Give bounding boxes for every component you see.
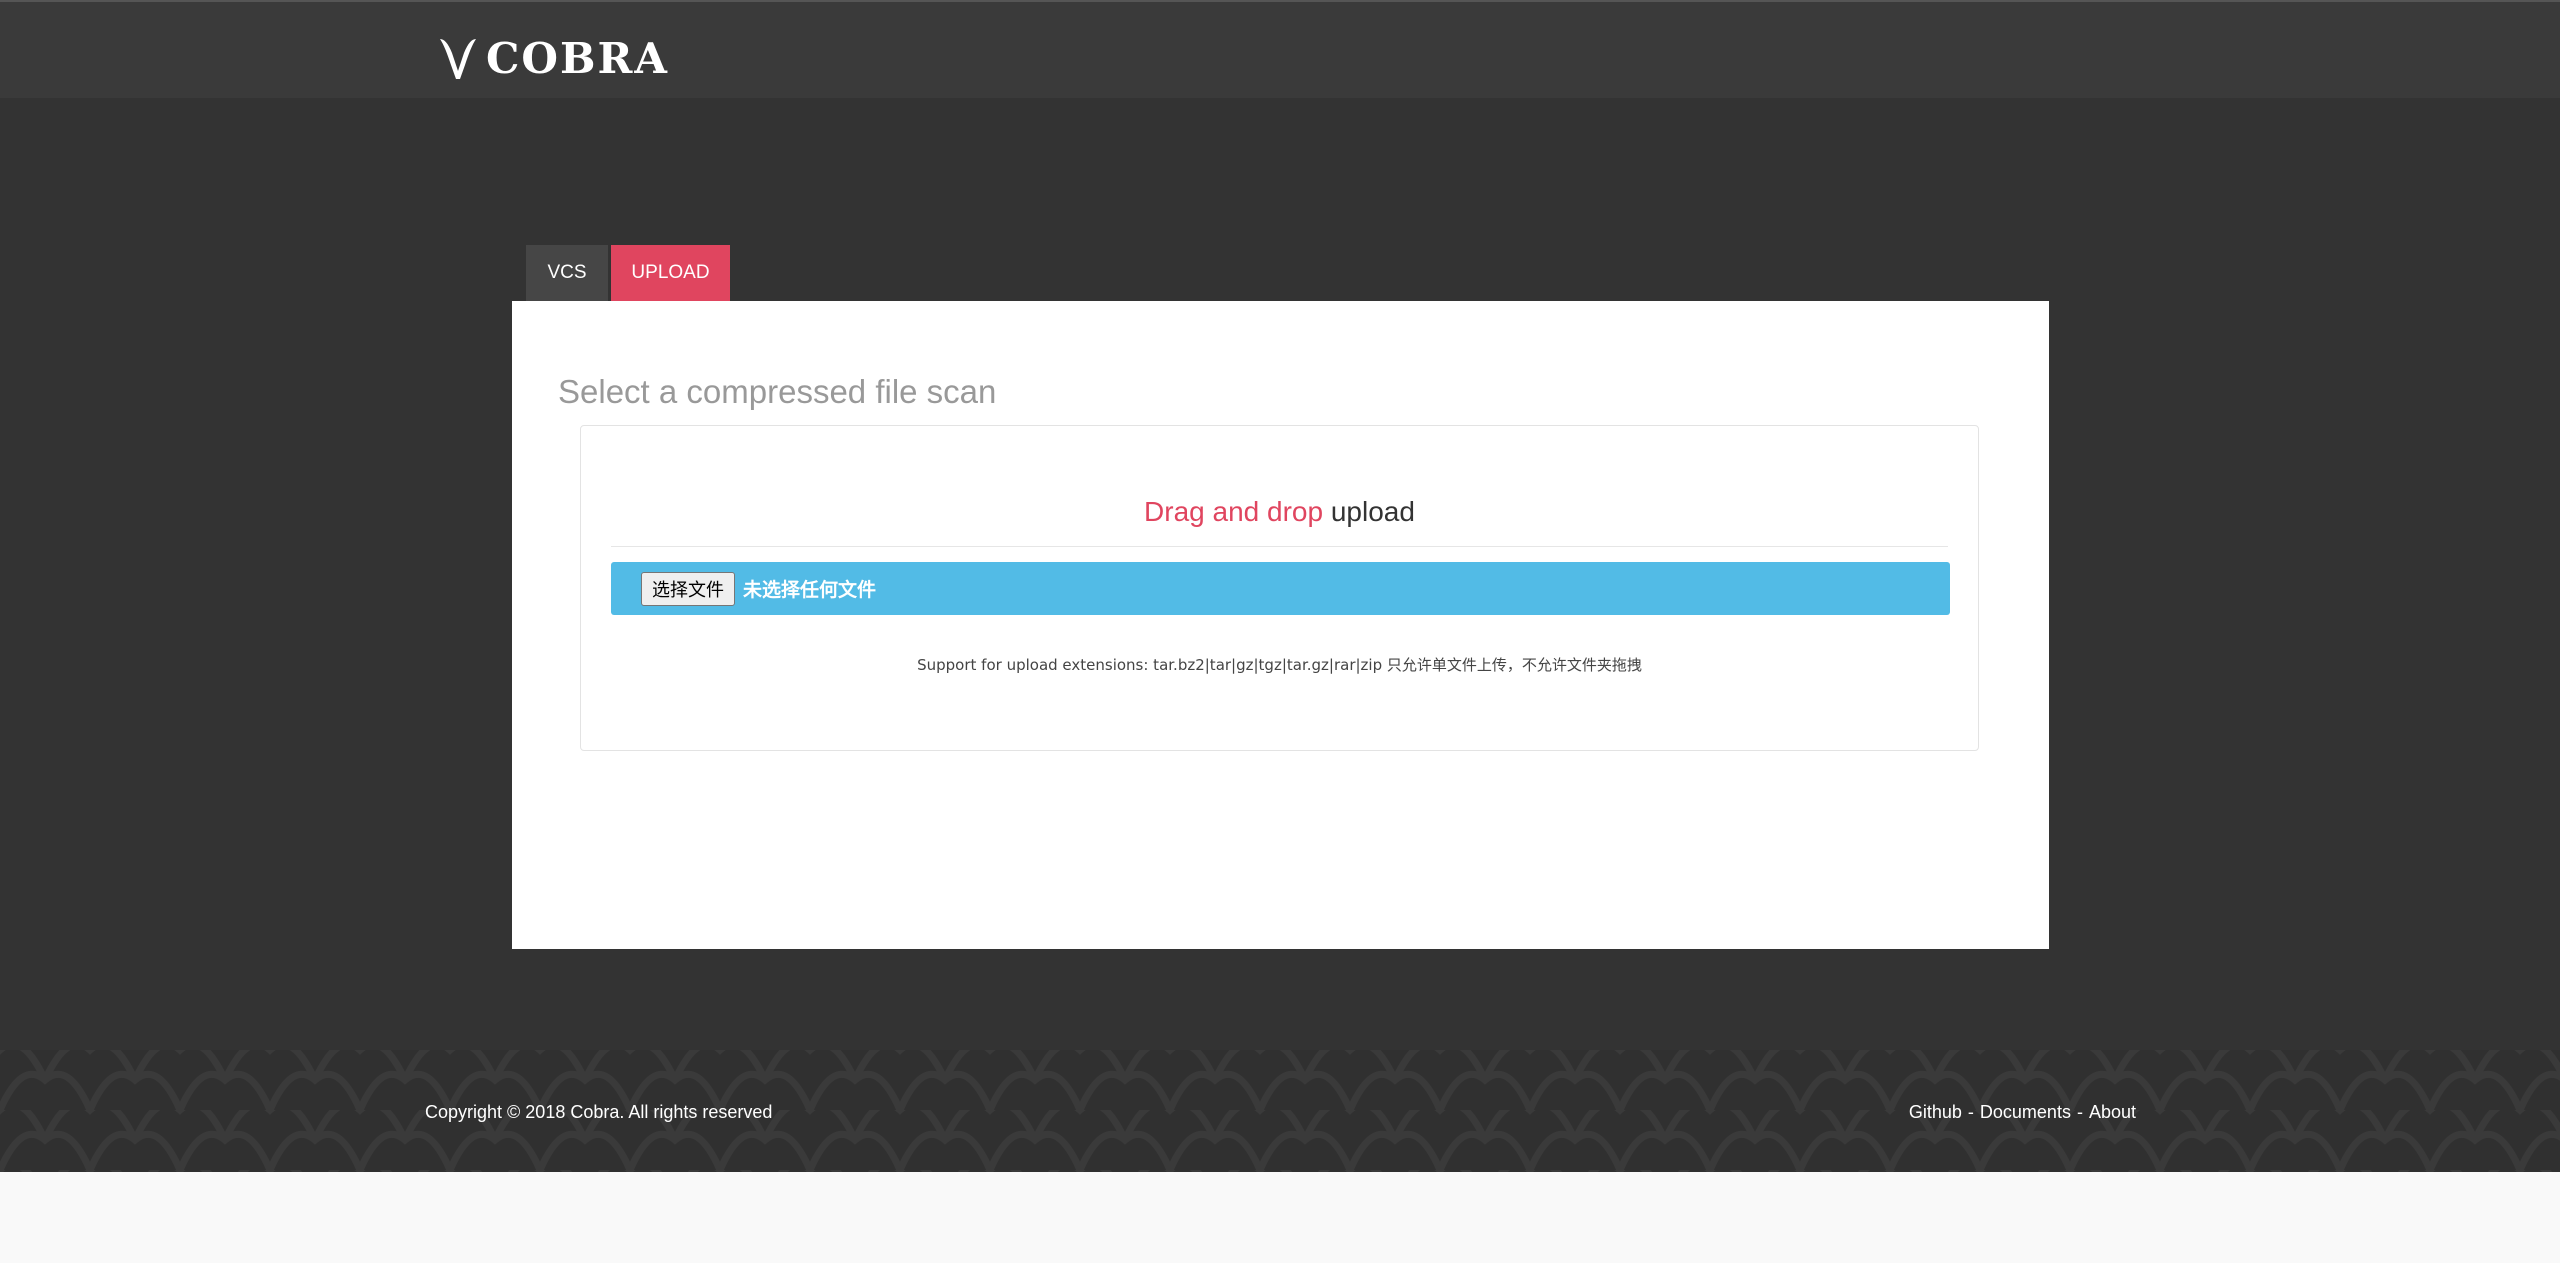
upload-panel: Select a compressed file scan Drag and d… xyxy=(512,301,2049,949)
link-separator: - xyxy=(1967,1102,1974,1122)
panel-title: Select a compressed file scan xyxy=(558,373,997,410)
footer-links: Github - Documents - About xyxy=(1909,1102,2136,1123)
file-input-bar[interactable]: 选择文件 未选择任何文件 xyxy=(611,562,1950,615)
copyright-text: Copyright © 2018 Cobra. All rights reser… xyxy=(425,1102,773,1122)
link-separator: - xyxy=(2076,1102,2083,1122)
main-area: VCS UPLOAD Select a compressed file scan… xyxy=(0,98,2560,1050)
file-status-text: 未选择任何文件 xyxy=(743,579,877,601)
tab-upload[interactable]: UPLOAD xyxy=(611,245,730,301)
header: COBRA xyxy=(0,2,2560,98)
page: COBRA VCS UPLOAD Select a compressed fil… xyxy=(0,0,2560,1263)
drop-heading: Drag and drop upload xyxy=(581,496,1978,528)
github-link[interactable]: Github xyxy=(1909,1102,1962,1123)
brand-logo[interactable]: COBRA xyxy=(438,36,669,82)
page-bottom xyxy=(0,1172,2560,1263)
drop-heading-rest: upload xyxy=(1323,496,1415,527)
divider xyxy=(611,546,1948,547)
footer: Copyright © 2018 Cobra. All rights reser… xyxy=(0,1050,2560,1172)
scan-tabs: VCS UPLOAD xyxy=(526,245,730,301)
tab-vcs[interactable]: VCS xyxy=(526,245,608,301)
cobra-logo-icon xyxy=(440,39,476,79)
brand-name: COBRA xyxy=(486,34,670,83)
footer-pattern xyxy=(0,1050,2560,1172)
about-link[interactable]: About xyxy=(2089,1102,2136,1123)
drop-zone[interactable]: Drag and drop upload 选择文件 未选择任何文件 Suppor… xyxy=(580,425,1979,751)
choose-file-button[interactable]: 选择文件 xyxy=(641,571,735,606)
support-extensions-text: Support for upload extensions: tar.bz2|t… xyxy=(917,656,1642,674)
drop-heading-accent: Drag and drop xyxy=(1144,496,1324,527)
documents-link[interactable]: Documents xyxy=(1980,1102,2071,1123)
